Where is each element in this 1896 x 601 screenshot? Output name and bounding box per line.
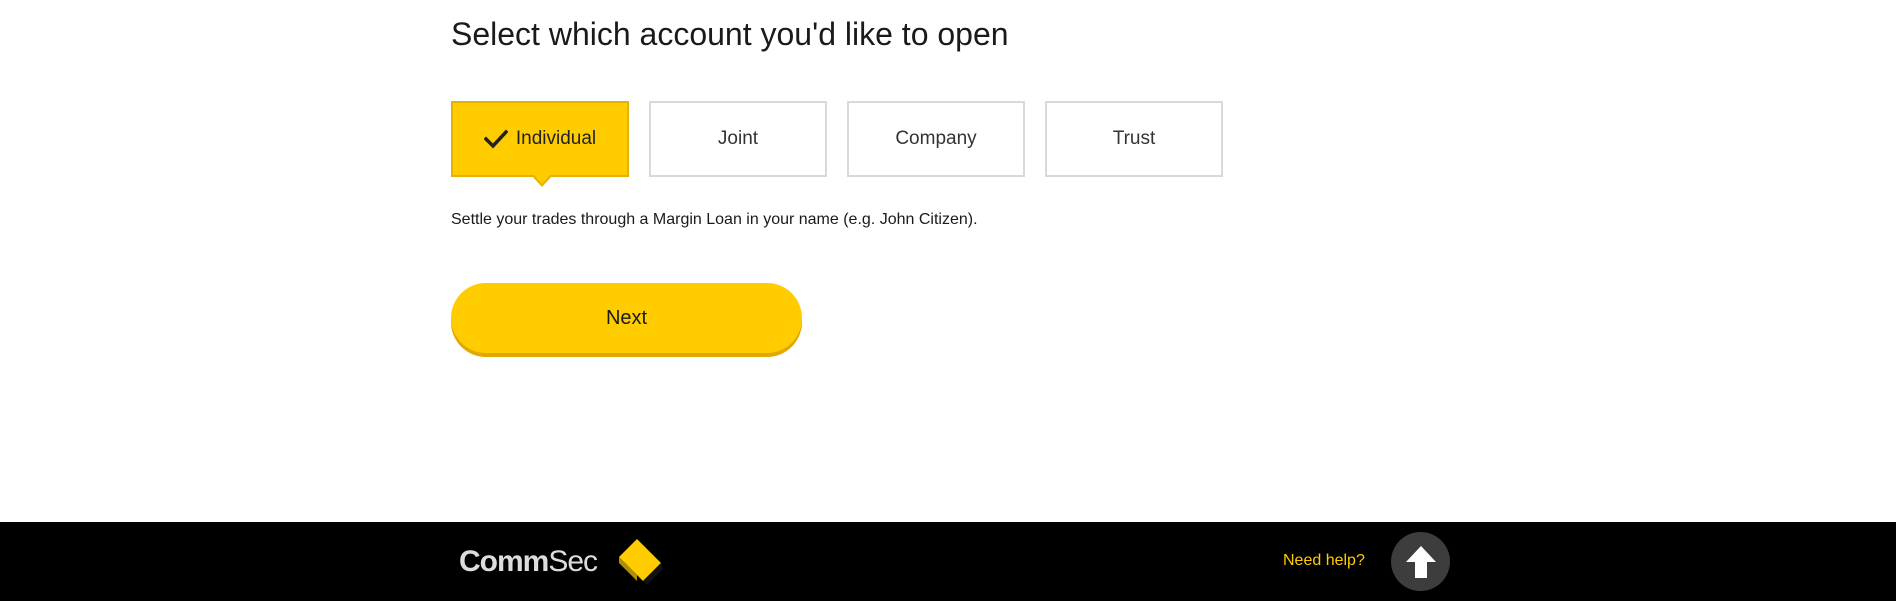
option-joint[interactable]: Joint bbox=[649, 101, 827, 177]
option-company[interactable]: Company bbox=[847, 101, 1025, 177]
option-label: Trust bbox=[1112, 128, 1156, 149]
option-trust[interactable]: Trust bbox=[1045, 101, 1223, 177]
arrow-up-icon bbox=[1405, 545, 1436, 578]
need-help-link[interactable]: Need help? bbox=[1283, 552, 1365, 570]
scroll-up-button[interactable] bbox=[1391, 532, 1450, 591]
account-description: Settle your trades through a Margin Loan… bbox=[451, 211, 978, 228]
check-icon bbox=[483, 129, 508, 149]
logo-text-bold: Comm bbox=[459, 545, 549, 578]
option-individual[interactable]: Individual bbox=[451, 101, 629, 187]
footer: CommSec Need help? bbox=[0, 522, 1896, 601]
option-label: Joint bbox=[717, 128, 759, 149]
logo-text-light: Sec bbox=[548, 545, 598, 578]
diamond-logo-icon bbox=[619, 539, 664, 585]
next-button[interactable]: Next bbox=[451, 283, 802, 353]
account-type-selector: Individual Joint Company Trust bbox=[451, 101, 1223, 187]
option-label: Individual bbox=[515, 128, 597, 149]
commsec-logo: CommSec bbox=[459, 536, 664, 588]
page-title: Select which account you'd like to open bbox=[451, 16, 1009, 52]
option-label: Company bbox=[895, 128, 977, 149]
page: Select which account you'd like to open … bbox=[0, 0, 1896, 601]
logo-text: CommSec bbox=[459, 545, 598, 579]
